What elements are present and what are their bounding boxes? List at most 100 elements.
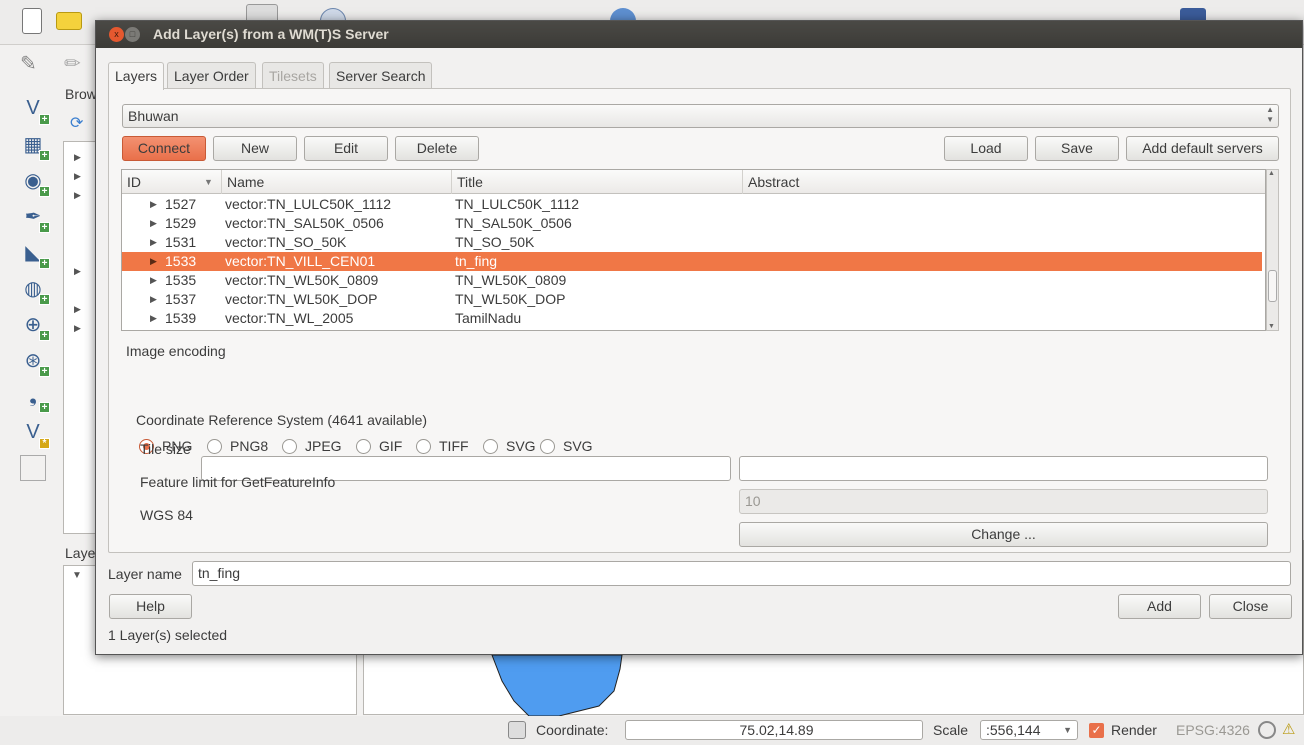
scrollbar-thumb[interactable] xyxy=(1268,270,1277,302)
column-id-label: ID xyxy=(127,174,141,190)
change-crs-button[interactable]: Change ... xyxy=(739,522,1268,547)
scale-label: Scale xyxy=(933,722,969,738)
table-row[interactable]: ▶ 1535 vector:TN_WL50K_0809 TN_WL50K_0809 xyxy=(122,271,1262,290)
server-select-value: Bhuwan xyxy=(128,108,179,124)
add-wfs-layer-icon[interactable]: ⊛ + xyxy=(20,347,50,377)
tile-height-input[interactable] xyxy=(739,456,1268,481)
table-row[interactable]: ▶ 1537 vector:TN_WL50K_DOP TN_WL50K_DOP xyxy=(122,290,1262,309)
add-delimited-text-icon[interactable]: ❟ + xyxy=(20,383,50,413)
layer-name-label: Layer name xyxy=(108,566,182,582)
radio-button-icon[interactable] xyxy=(356,438,371,454)
close-window-icon[interactable]: x xyxy=(109,27,124,42)
table-row[interactable]: ▶ 1531 vector:TN_SO_50K TN_SO_50K xyxy=(122,233,1262,252)
radio-button-icon[interactable] xyxy=(540,438,555,454)
scale-combo[interactable]: :556,144 ▼ xyxy=(980,720,1078,740)
coordinate-field[interactable]: 75.02,14.89 xyxy=(625,720,923,740)
chevron-down-icon[interactable]: ▼ xyxy=(1063,721,1072,739)
cell-id: 1527 xyxy=(165,196,197,212)
encoding-radio-svg[interactable]: SVG xyxy=(540,438,593,454)
warning-icon[interactable]: ⚠ xyxy=(1282,720,1295,738)
updown-icon: ▲ ▼ xyxy=(1266,105,1274,124)
expand-icon[interactable]: ▼ xyxy=(72,570,82,581)
cell-name: vector:TN_LULC50K_1112 xyxy=(225,196,392,212)
add-postgis-layer-icon[interactable]: ◉ + xyxy=(20,167,50,197)
radio-button-icon[interactable] xyxy=(282,438,297,454)
new-project-icon[interactable] xyxy=(22,8,42,34)
delete-button[interactable]: Delete xyxy=(395,136,479,161)
open-project-icon[interactable] xyxy=(56,12,82,30)
feature-limit-input: 10 xyxy=(739,489,1268,514)
add-wcs-layer-icon[interactable]: ⊕ + xyxy=(20,311,50,341)
encoding-radio-jpeg[interactable]: JPEG xyxy=(282,438,342,454)
cell-name: vector:TN_WL50K_0809 xyxy=(225,272,379,288)
help-button[interactable]: Help xyxy=(109,594,192,619)
cell-title: TN_SO_50K xyxy=(455,234,535,250)
expand-arrow-icon[interactable]: ▶ xyxy=(150,290,157,309)
add-spatialite-layer-icon[interactable]: ✒ + xyxy=(20,203,50,233)
selection-status: 1 Layer(s) selected xyxy=(108,627,228,643)
close-button[interactable]: Close xyxy=(1209,594,1292,619)
save-button[interactable]: Save xyxy=(1035,136,1119,161)
tab-layers[interactable]: Layers xyxy=(108,62,165,90)
table-row[interactable]: ▶ 1533 vector:TN_VILL_CEN01 tn_fing xyxy=(122,252,1262,271)
edit-button[interactable]: Edit xyxy=(304,136,388,161)
table-row[interactable]: ▶ 1529 vector:TN_SAL50K_0506 TN_SAL50K_0506 xyxy=(122,214,1262,233)
add-mssql-layer-icon[interactable]: ◣ + xyxy=(20,239,50,269)
crs-status[interactable]: EPSG:4326 xyxy=(1176,722,1250,738)
column-header-title[interactable]: Title xyxy=(452,170,743,194)
expand-arrow-icon[interactable]: ▶ xyxy=(150,195,157,214)
layer-name-input[interactable]: tn_fing xyxy=(192,561,1291,586)
column-header-name[interactable]: Name xyxy=(222,170,452,194)
cell-title: TamilNadu xyxy=(455,310,522,326)
tree-expanders[interactable]: ▶ ▶ ▶ ▶ ▶ ▶ xyxy=(74,148,81,338)
expand-arrow-icon[interactable]: ▶ xyxy=(150,309,157,328)
cell-id: 1539 xyxy=(165,310,197,326)
remove-layer-icon[interactable] xyxy=(20,455,46,481)
layers-table[interactable]: ID ▼ Name Title Abstract ▶ 1527 vector:TN_L… xyxy=(121,169,1266,331)
add-wms-layer-icon[interactable]: ◍ + xyxy=(20,275,50,305)
expand-arrow-icon[interactable]: ▶ xyxy=(150,271,157,290)
encoding-radio-png8[interactable]: PNG8 xyxy=(207,438,268,454)
feature-limit-label: Feature limit for GetFeatureInfo xyxy=(140,474,336,490)
new-shapefile-icon[interactable]: V * xyxy=(20,419,50,449)
mouse-icon[interactable] xyxy=(508,721,526,739)
encoding-radio-svg[interactable]: SVG xyxy=(483,438,536,454)
expand-arrow-icon[interactable]: ▶ xyxy=(150,233,157,252)
column-header-id[interactable]: ID ▼ xyxy=(122,170,222,194)
radio-label: JPEG xyxy=(305,438,342,454)
radio-button-icon[interactable] xyxy=(416,438,431,454)
maximize-window-icon[interactable]: □ xyxy=(125,27,140,42)
add-button[interactable]: Add xyxy=(1118,594,1201,619)
scroll-down-icon[interactable]: ▼ xyxy=(1268,323,1275,330)
table-row[interactable]: ▶ 1539 vector:TN_WL_2005 TamilNadu xyxy=(122,309,1262,328)
table-scrollbar[interactable]: ▲ ▼ xyxy=(1266,169,1279,331)
connect-button[interactable]: Connect xyxy=(122,136,206,161)
expand-arrow-icon[interactable]: ▶ xyxy=(150,214,157,233)
encoding-radio-tiff[interactable]: TIFF xyxy=(416,438,469,454)
crs-globe-icon[interactable] xyxy=(1258,721,1276,739)
add-raster-layer-icon[interactable]: ▦ + xyxy=(20,131,50,161)
dialog-titlebar[interactable]: Add Layer(s) from a WM(T)S Server xyxy=(96,21,1302,48)
tab-layer-order[interactable]: Layer Order xyxy=(167,62,256,89)
digitize-icon[interactable]: ✎ xyxy=(20,51,37,76)
browser-refresh-icon[interactable]: ⟳ xyxy=(70,113,83,133)
expand-arrow-icon[interactable]: ▶ xyxy=(150,252,157,271)
cell-title: TN_SAL50K_0506 xyxy=(455,215,572,231)
server-select[interactable]: Bhuwan ▲ ▼ xyxy=(122,104,1279,128)
load-button[interactable]: Load xyxy=(944,136,1028,161)
tab-server-search[interactable]: Server Search xyxy=(329,62,433,89)
radio-button-icon[interactable] xyxy=(483,438,498,454)
left-layer-toolbar: V + ▦ + ◉ + ✒ + ◣ + ◍ + ⊕ + ⊛ + ❟ + V * xyxy=(0,83,60,523)
render-checkbox[interactable]: ✓ xyxy=(1089,723,1104,738)
pencil-icon[interactable]: ✏ xyxy=(64,51,81,76)
scroll-up-icon[interactable]: ▲ xyxy=(1268,170,1275,177)
add-default-servers-button[interactable]: Add default servers xyxy=(1126,136,1279,161)
column-header-abstract[interactable]: Abstract xyxy=(743,170,1265,194)
radio-button-icon[interactable] xyxy=(207,438,222,454)
add-vector-layer-icon[interactable]: V + xyxy=(20,95,50,125)
table-row[interactable]: ▶ 1527 vector:TN_LULC50K_1112 TN_LULC50K_11… xyxy=(122,195,1262,214)
radio-label: TIFF xyxy=(439,438,469,454)
cell-name: vector:TN_WL_2005 xyxy=(225,310,354,326)
encoding-radio-gif[interactable]: GIF xyxy=(356,438,402,454)
new-button[interactable]: New xyxy=(213,136,297,161)
